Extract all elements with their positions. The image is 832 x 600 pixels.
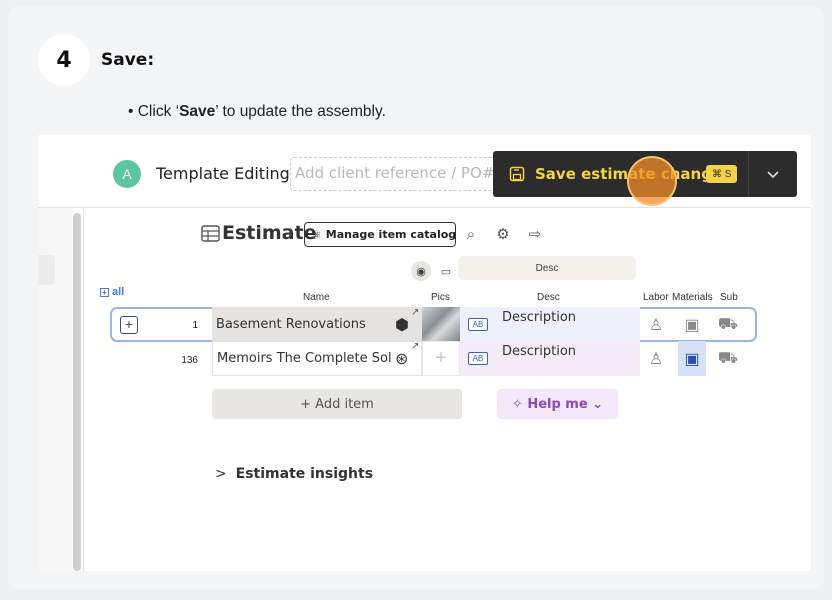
instruction-bold: Save [179, 103, 216, 120]
plus-icon: + [100, 287, 109, 297]
step-title: Save: [101, 50, 155, 70]
item-photo-thumbnail[interactable] [422, 307, 460, 342]
open-external-icon[interactable]: ↗ [411, 307, 419, 318]
save-icon [509, 166, 525, 182]
instruction-suffix: ’ to update the assembly. [215, 103, 386, 120]
user-avatar[interactable]: A [113, 160, 141, 188]
right-edge [797, 208, 811, 571]
column-header-desc[interactable]: Desc [537, 292, 560, 303]
estimate-title: Estimate [222, 222, 317, 244]
column-header-name[interactable]: Name [303, 292, 330, 303]
gear-icon[interactable]: ⚙ [494, 225, 512, 243]
shortcut-badge: ⌘ S [706, 165, 738, 183]
desc-column-pill[interactable]: Desc [458, 256, 636, 280]
tutorial-step-card: 4 Save: • Click ‘Save’ to update the ass… [8, 6, 824, 590]
item-name-cell[interactable]: Memoirs The Complete Sol [212, 341, 422, 376]
dollar-cycle-icon[interactable]: ⊛ [395, 349, 408, 369]
presentation-icon[interactable]: ▭ [436, 261, 456, 281]
sub-truck-icon[interactable]: ⛟ [714, 307, 742, 342]
export-icon[interactable]: ⇨ [526, 225, 544, 243]
app-screenshot: A Template Editing Add client reference … [38, 135, 811, 571]
text-format-icon[interactable]: AB [468, 352, 488, 365]
text-format-icon[interactable]: AB [468, 318, 488, 331]
click-highlight [627, 156, 677, 206]
column-header-labor[interactable]: Labor [643, 292, 669, 303]
person-icon[interactable]: ◉ [411, 261, 431, 281]
template-editing-label: Template Editing [156, 164, 290, 183]
materials-box-icon[interactable]: ▣ [678, 307, 706, 342]
header-divider [38, 207, 811, 208]
desc-cell[interactable]: AB Description [460, 307, 640, 342]
client-reference-input[interactable]: Add client reference / PO# [290, 157, 520, 191]
instruction-prefix: • Click ‘ [128, 103, 180, 120]
chevron-down-icon[interactable] [763, 164, 783, 184]
open-external-icon[interactable]: ↗ [411, 341, 419, 352]
catalog-icon: ⚛ [311, 227, 322, 242]
chevron-right-icon: > [215, 466, 227, 482]
column-header-materials[interactable]: Materials [672, 292, 713, 303]
labor-worker-icon[interactable]: ♙ [642, 307, 670, 342]
search-icon[interactable]: ⌕ [462, 225, 480, 243]
step-number-badge: 4 [38, 34, 90, 86]
estimate-insights-toggle[interactable]: > Estimate insights [215, 466, 373, 482]
add-item-button[interactable]: + Add item [212, 389, 462, 419]
description-text[interactable]: Description [502, 344, 576, 359]
item-name-cell[interactable]: Basement Renovations [212, 307, 422, 342]
cubes-icon[interactable]: ⬢ [395, 315, 409, 335]
save-divider [748, 151, 749, 197]
help-me-button[interactable]: ✧ Help me ⌄ [497, 389, 618, 419]
materials-box-icon[interactable]: ▣ [678, 341, 706, 376]
row-number: 136 [181, 355, 198, 366]
left-panel-tab[interactable] [38, 255, 55, 285]
manage-catalog-label: Manage item catalog [325, 228, 457, 241]
sub-truck-icon[interactable]: ⛟ [714, 341, 742, 376]
add-photo-button[interactable]: + [422, 341, 460, 376]
manage-catalog-button[interactable]: ⚛ Manage item catalog [304, 222, 456, 247]
add-subitem-button[interactable]: + [120, 316, 138, 334]
step-instruction: • Click ‘Save’ to update the assembly. [128, 103, 386, 121]
column-header-sub[interactable]: Sub [720, 292, 738, 303]
panel-divider [83, 208, 84, 571]
panel-resize-handle[interactable] [73, 213, 81, 571]
expand-all-toggle[interactable]: + all [100, 286, 124, 298]
desc-cell[interactable]: AB Description [460, 341, 640, 376]
description-text[interactable]: Description [502, 310, 576, 325]
table-icon [201, 225, 220, 242]
column-header-pics[interactable]: Pics [431, 292, 450, 303]
row-number: 1 [192, 320, 198, 331]
all-label: all [112, 286, 125, 298]
labor-worker-icon[interactable]: ♙ [642, 341, 670, 376]
insights-label: Estimate insights [235, 466, 374, 482]
